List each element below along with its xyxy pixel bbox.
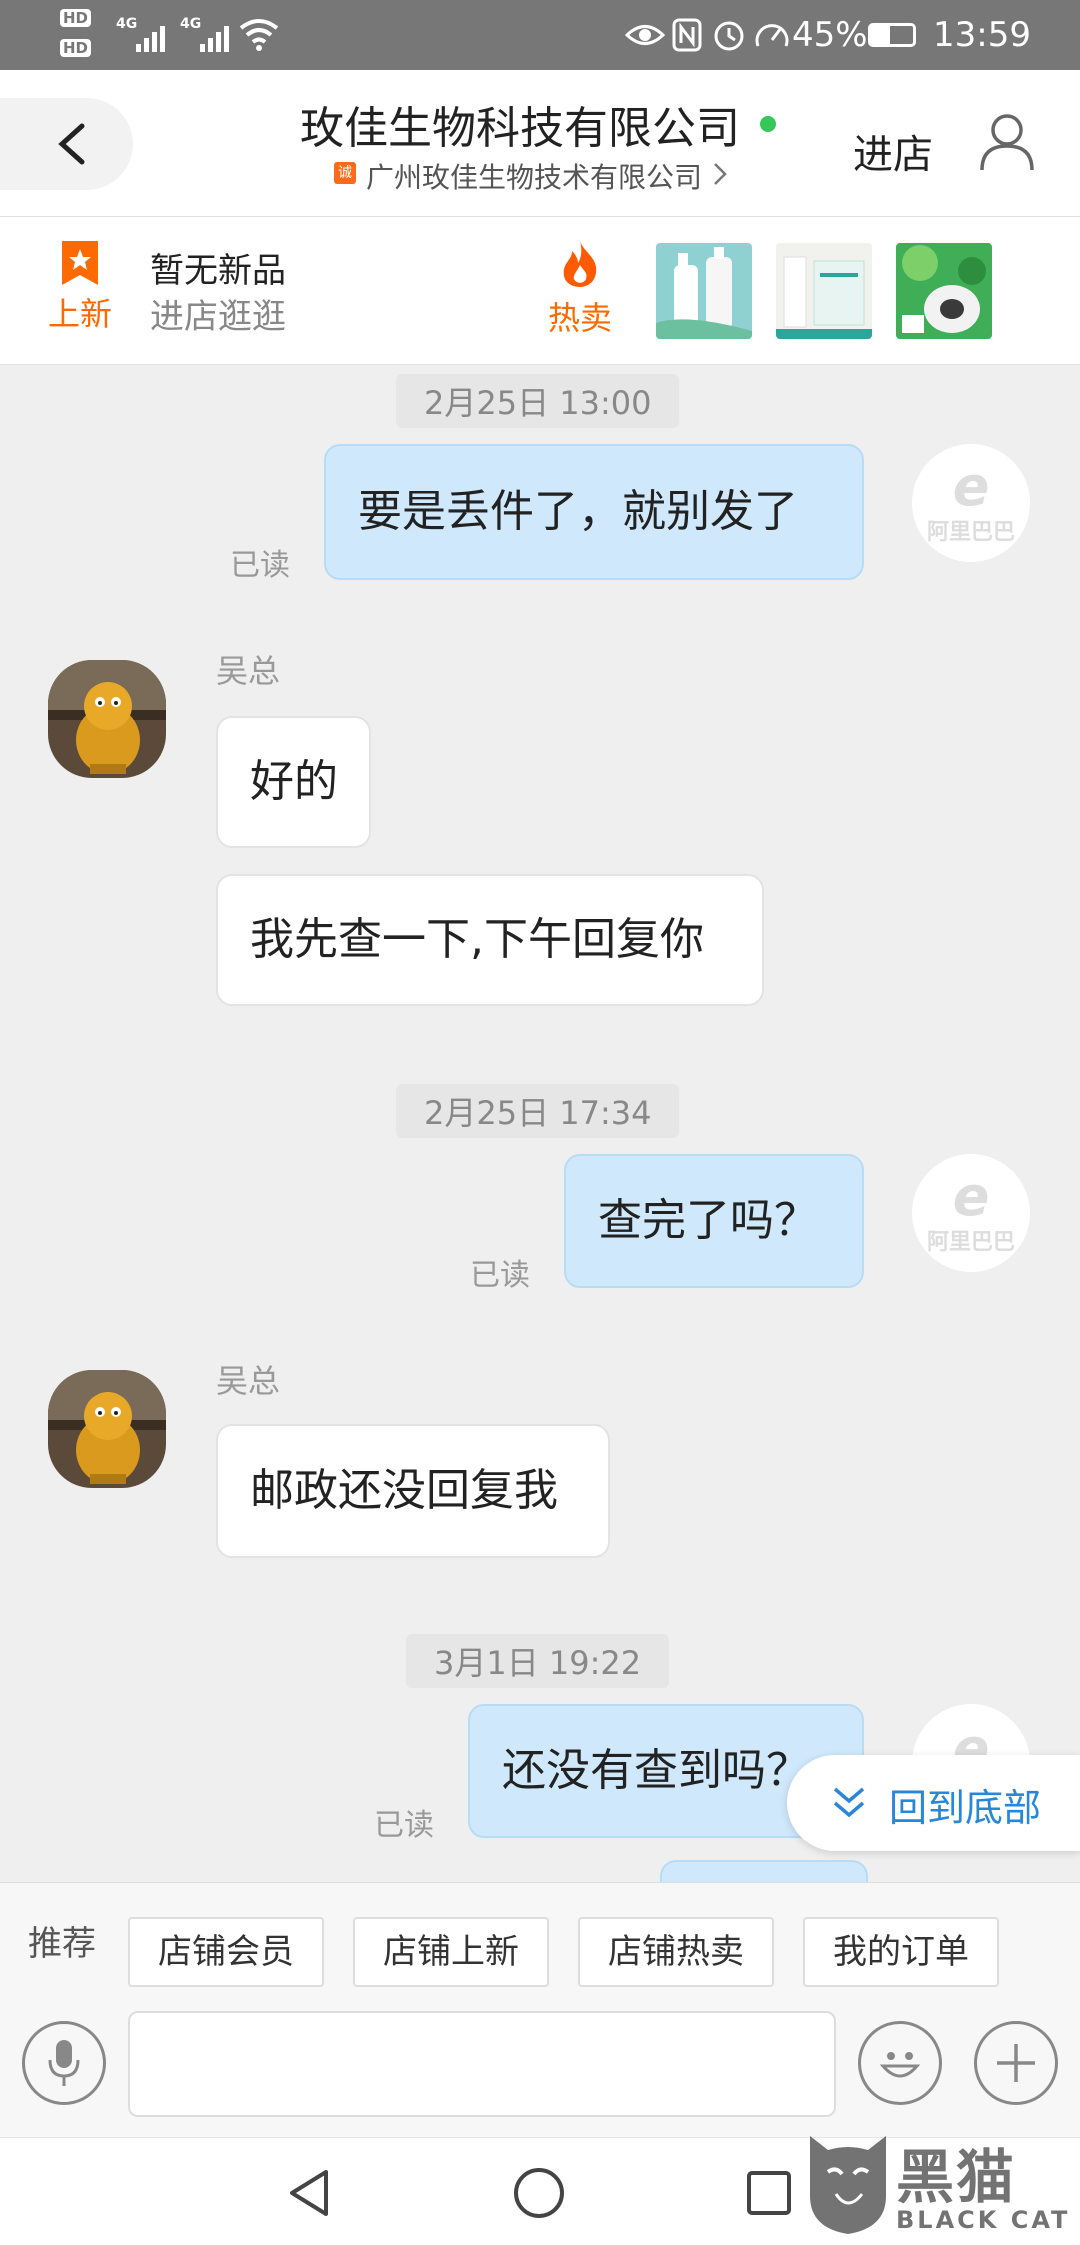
sender-name: 吴总 (216, 1362, 281, 1400)
emoji-button[interactable] (858, 2021, 942, 2105)
incoming-message[interactable]: 好的 (216, 716, 371, 848)
read-status: 已读 (374, 1808, 434, 1843)
battery-icon (868, 23, 916, 47)
flame-icon (563, 241, 597, 287)
chat-header: 玫佳生物科技有限公司 诚 广州玫佳生物技术有限公司 进店 (0, 70, 1080, 217)
timestamp: 2月25日 17:34 (396, 1084, 680, 1138)
bookmark-star-icon (62, 241, 98, 285)
nfc-icon (672, 18, 702, 52)
double-chevron-down-icon (833, 1787, 865, 1818)
eye-comfort-icon (625, 25, 665, 45)
enter-store-button[interactable]: 进店 (853, 122, 933, 180)
alibaba-logo-icon: e (952, 455, 990, 518)
nav-recents-icon[interactable] (746, 2170, 792, 2216)
contact-avatar[interactable] (48, 1370, 166, 1488)
visit-store-link[interactable]: 进店逛逛 (150, 289, 286, 338)
recommend-label: 推荐 (28, 1924, 96, 1964)
chat-scroll-area[interactable]: 2月25日 13:00 已读 要是丢件了，就别发了 e 阿里巴巴 吴总 好的 我… (0, 364, 1080, 1884)
new-arrivals-button[interactable]: 上新 (40, 239, 120, 335)
hot-sale-button[interactable]: 热卖 (540, 239, 620, 339)
store-promo-bar: 上新 暂无新品 进店逛逛 热卖 (0, 217, 1080, 365)
wifi-icon (239, 19, 279, 51)
avatar-logo-text: 阿里巴巴 (926, 520, 1015, 545)
quick-action-store-membership[interactable]: 店铺会员 (128, 1917, 324, 1987)
new-arrivals-label: 上新 (47, 295, 112, 333)
nav-back-icon[interactable] (286, 2168, 332, 2218)
voice-input-button[interactable] (22, 2021, 106, 2105)
online-status-dot (760, 116, 776, 132)
page-title: 玫佳生物科技有限公司 (300, 103, 740, 154)
chevron-right-icon (714, 163, 727, 185)
read-status: 已读 (230, 548, 290, 583)
quick-action-my-orders[interactable]: 我的订单 (803, 1917, 999, 1987)
incoming-message[interactable]: 我先查一下,下午回复你 (216, 874, 764, 1006)
back-button[interactable] (0, 98, 133, 190)
avatar-logo-text: 阿里巴巴 (926, 1230, 1015, 1255)
company-name: 广州玫佳生物技术有限公司 (366, 161, 703, 194)
signal-icon-2 (200, 20, 229, 52)
product-thumbnail-2[interactable] (776, 243, 872, 339)
signal-icon-1 (136, 20, 165, 52)
contact-avatar[interactable] (48, 660, 166, 778)
incoming-message[interactable]: 邮政还没回复我 (216, 1424, 610, 1558)
verified-badge-icon: 诚 (334, 162, 356, 184)
plus-icon (997, 2044, 1035, 2082)
company-link[interactable]: 广州玫佳生物技术有限公司 (366, 156, 729, 196)
black-cat-logo-icon (810, 2136, 886, 2234)
clock: 13:59 (933, 15, 1031, 55)
black-cat-watermark: 黑猫 BLACK CAT (800, 2128, 1080, 2244)
emoji-icon (879, 2052, 921, 2078)
no-new-title: 暂无新品 (150, 251, 286, 291)
quick-action-store-hot[interactable]: 店铺热卖 (578, 1917, 774, 1987)
sender-name: 吴总 (216, 652, 281, 690)
watermark-cn: 黑猫 (896, 2143, 1017, 2211)
back-to-bottom-label: 回到底部 (889, 1786, 1042, 1830)
watermark-en: BLACK CAT (896, 2206, 1071, 2234)
product-thumbnail-3[interactable] (896, 243, 992, 339)
my-avatar[interactable]: e 阿里巴巴 (912, 444, 1030, 562)
timestamp: 3月1日 19:22 (406, 1634, 670, 1688)
hd-indicator-2: HD (60, 38, 92, 57)
speedometer-icon (755, 24, 789, 47)
more-button[interactable] (974, 2021, 1058, 2105)
network-type-1: 4G (116, 16, 138, 32)
network-type-2: 4G (180, 16, 202, 32)
read-status: 已读 (470, 1258, 530, 1293)
hot-sale-label: 热卖 (547, 299, 612, 337)
status-bar: HD HD 4G 4G 45% 13:59 (0, 0, 1080, 70)
microphone-icon (48, 2040, 80, 2086)
input-panel: 推荐 店铺会员 店铺上新 店铺热卖 我的订单 (0, 1882, 1080, 2138)
message-input[interactable] (128, 2011, 836, 2117)
outgoing-message[interactable]: 要是丢件了，就别发了 (324, 444, 864, 580)
profile-icon[interactable] (978, 110, 1036, 172)
quick-action-store-new[interactable]: 店铺上新 (353, 1917, 549, 1987)
hd-indicator-1: HD (60, 8, 92, 27)
outgoing-message-partial (660, 1860, 868, 1884)
alarm-icon (714, 21, 744, 51)
alibaba-logo-icon: e (952, 1165, 990, 1228)
my-avatar[interactable]: e 阿里巴巴 (912, 1154, 1030, 1272)
nav-home-icon[interactable] (512, 2166, 566, 2220)
chevron-left-icon (58, 123, 85, 165)
back-to-bottom-button[interactable]: 回到底部 (787, 1755, 1080, 1851)
product-thumbnail-1[interactable] (656, 243, 752, 339)
battery-percent: 45% (792, 15, 868, 55)
outgoing-message[interactable]: 查完了吗？ (564, 1154, 864, 1288)
timestamp: 2月25日 13:00 (396, 374, 680, 428)
